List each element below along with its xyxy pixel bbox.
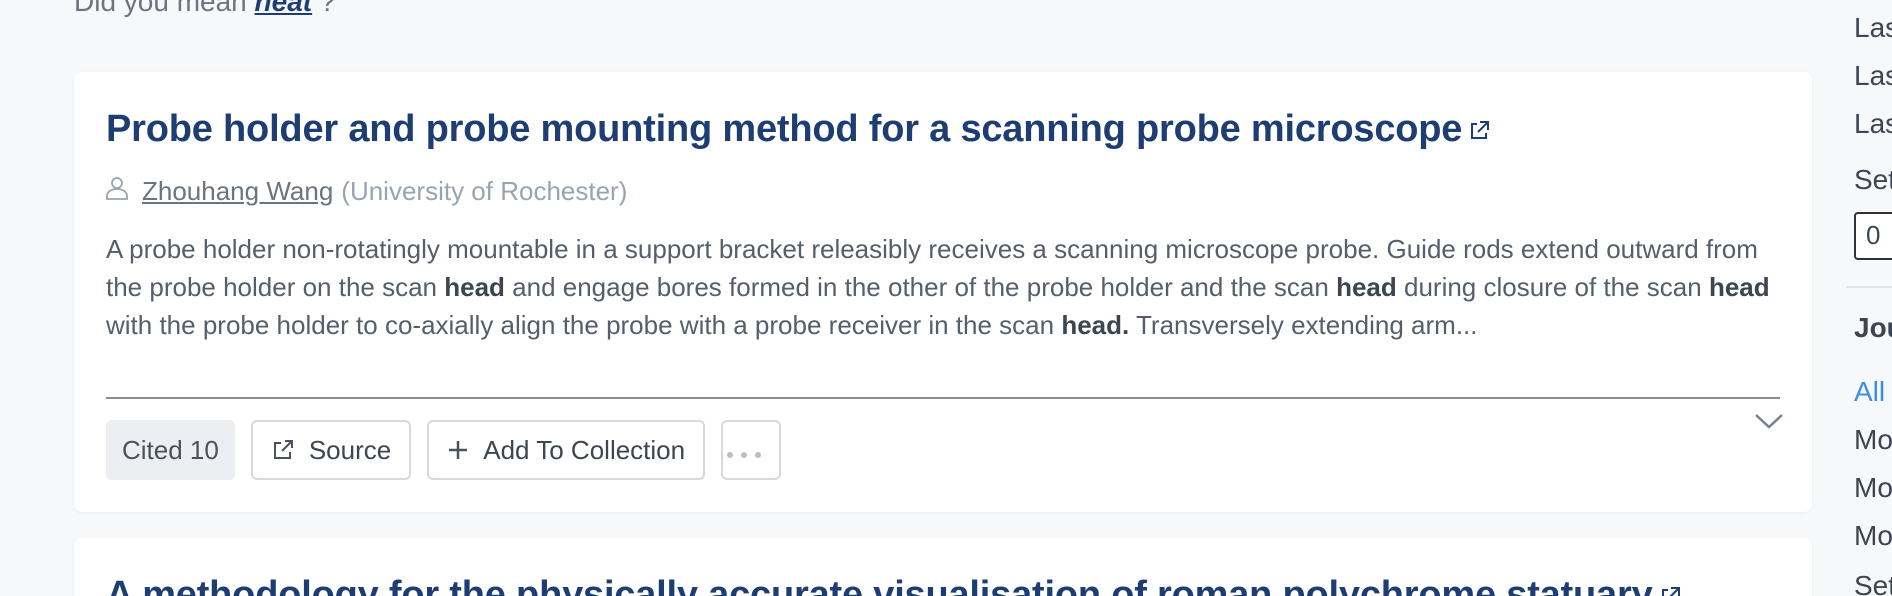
cited-count-label: Cited 10 <box>122 434 219 465</box>
result-title-text[interactable]: Probe holder and probe mounting method f… <box>106 108 1462 150</box>
result-card: Probe holder and probe mounting method f… <box>74 72 1812 512</box>
abstract-highlight: head <box>444 272 505 302</box>
sidebar-number-input[interactable]: 0 <box>1854 212 1892 260</box>
sidebar-journal-heading: Jou <box>1854 312 1892 343</box>
card-divider <box>106 397 1780 399</box>
abstract-text: during closure of the scan <box>1396 272 1709 302</box>
author-line: Zhouhang Wang (University of Rochester) <box>106 176 627 207</box>
sidebar-divider <box>1846 286 1892 288</box>
author-link[interactable]: Zhouhang Wang <box>142 176 333 207</box>
more-options-button[interactable] <box>721 420 782 480</box>
result-abstract: A probe holder non-rotatingly mountable … <box>106 230 1786 344</box>
abstract-highlight: head <box>1336 272 1397 302</box>
chevron-down-icon[interactable] <box>1754 412 1784 435</box>
external-link-icon <box>273 440 293 459</box>
abstract-text: with the probe holder to co-axially alig… <box>106 310 1062 340</box>
abstract-highlight: head. <box>1061 310 1130 340</box>
did-you-mean-suggestion-link[interactable]: heat <box>255 0 313 17</box>
result-title[interactable]: Probe holder and probe mounting method f… <box>106 108 1752 152</box>
result-actions: Cited 10 Source Add To Collection <box>106 420 782 480</box>
did-you-mean-prefix: Did you mean <box>74 0 247 17</box>
sidebar-item[interactable]: Las <box>1854 108 1892 140</box>
result-title-text[interactable]: A methodology for the physically accurat… <box>106 574 1653 596</box>
did-you-mean: Did you mean heat ? <box>74 0 335 18</box>
abstract-text: Transversely extending arm... <box>1129 310 1478 340</box>
did-you-mean-suffix: ? <box>319 0 336 17</box>
sidebar-item[interactable]: Mo <box>1854 520 1892 552</box>
sidebar-item[interactable]: Mo <box>1854 424 1892 456</box>
abstract-text: and engage bores formed in the other of … <box>504 272 1337 302</box>
source-button[interactable]: Source <box>250 420 412 480</box>
external-link-icon[interactable] <box>1659 575 1681 596</box>
result-title[interactable]: A methodology for the physically accurat… <box>106 574 1752 596</box>
sidebar-item[interactable]: Las <box>1854 60 1892 92</box>
add-to-collection-button[interactable]: Add To Collection <box>427 420 706 480</box>
add-to-collection-label: Add To Collection <box>483 434 686 465</box>
result-card: A methodology for the physically accurat… <box>74 538 1812 596</box>
sidebar-item[interactable]: Mo <box>1854 472 1892 504</box>
plus-icon <box>449 441 468 459</box>
filter-sidebar: Las Las Las Set 0 Jou All Mo Mo Mo Set <box>1846 0 1892 596</box>
cited-count-badge[interactable]: Cited 10 <box>106 420 235 480</box>
more-dots-icon <box>726 435 776 466</box>
sidebar-set-label: Set <box>1854 570 1892 596</box>
abstract-highlight: head <box>1708 272 1770 302</box>
source-button-label: Source <box>308 434 392 465</box>
sidebar-item[interactable]: Las <box>1854 12 1892 44</box>
sidebar-item-all[interactable]: All <box>1854 376 1885 408</box>
user-icon <box>106 176 128 207</box>
sidebar-set-label: Set <box>1854 164 1892 195</box>
author-affiliation: (University of Rochester) <box>341 176 628 206</box>
external-link-icon[interactable] <box>1468 109 1490 152</box>
